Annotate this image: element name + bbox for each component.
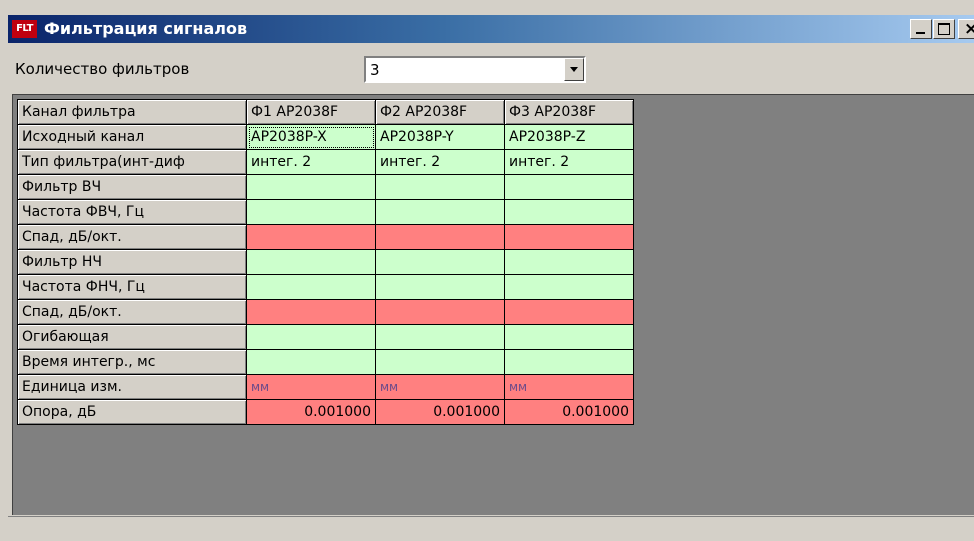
row-header: Частота ФНЧ, Гц (17, 274, 247, 300)
title-bar[interactable]: FLT Фильтрация сигналов × (8, 15, 974, 43)
grid-row: Исходный канал AP2038P-X AP2038P-Y AP2038P-… (17, 124, 634, 150)
grid-cell[interactable] (375, 299, 505, 325)
grid-cell[interactable] (504, 174, 634, 200)
grid-cell[interactable] (375, 274, 505, 300)
grid-cell[interactable] (504, 324, 634, 350)
column-header[interactable]: Ф1 AP2038F (246, 99, 376, 125)
row-header: Фильтр ВЧ (17, 174, 247, 200)
grid-cell[interactable]: мм (375, 374, 505, 400)
grid-cell[interactable]: мм (246, 374, 376, 400)
grid-row: Тип фильтра(инт-диф интег. 2 интег. 2 интег… (17, 149, 634, 175)
grid-cell[interactable] (246, 274, 376, 300)
grid-corner-header: Канал фильтра (17, 99, 247, 125)
filter-grid-area[interactable]: Канал фильтра Ф1 AP2038F Ф2 AP2038F Ф3 AP20… (12, 94, 974, 515)
row-header: Время интегр., мс (17, 349, 247, 375)
window-title: Фильтрация сигналов (44, 19, 248, 38)
filter-count-value: 3 (370, 61, 380, 79)
filter-grid: Канал фильтра Ф1 AP2038F Ф2 AP2038F Ф3 AP20… (17, 99, 634, 425)
row-header: Исходный канал (17, 124, 247, 150)
row-header: Спад, дБ/окт. (17, 224, 247, 250)
minimize-button[interactable] (910, 19, 932, 39)
grid-cell[interactable] (375, 224, 505, 250)
grid-row: Опора, дБ 0.001000 0.001000 0.001000 (17, 399, 634, 425)
grid-cell[interactable]: интег. 2 (504, 149, 634, 175)
grid-cell[interactable] (246, 224, 376, 250)
row-header: Опора, дБ (17, 399, 247, 425)
grid-header-row: Канал фильтра Ф1 AP2038F Ф2 AP2038F Ф3 AP20… (17, 99, 634, 125)
grid-row: Время интегр., мс (17, 349, 634, 375)
grid-cell[interactable]: интег. 2 (375, 149, 505, 175)
chevron-down-icon[interactable] (564, 58, 584, 81)
app-icon: FLT (12, 20, 37, 38)
grid-cell[interactable]: AP2038P-X (246, 124, 376, 150)
grid-cell[interactable]: AP2038P-Y (375, 124, 505, 150)
grid-cell[interactable] (504, 349, 634, 375)
grid-cell[interactable] (375, 174, 505, 200)
grid-cell[interactable] (246, 199, 376, 225)
row-header: Тип фильтра(инт-диф (17, 149, 247, 175)
grid-cell[interactable] (504, 299, 634, 325)
close-button[interactable]: × (958, 19, 974, 39)
row-header: Спад, дБ/окт. (17, 299, 247, 325)
grid-row: Огибающая (17, 324, 634, 350)
grid-cell[interactable] (375, 324, 505, 350)
grid-cell[interactable] (246, 299, 376, 325)
grid-cell[interactable]: AP2038P-Z (504, 124, 634, 150)
grid-cell[interactable] (504, 199, 634, 225)
grid-row: Спад, дБ/окт. (17, 224, 634, 250)
filter-count-select[interactable]: 3 (364, 56, 586, 83)
grid-cell[interactable] (246, 249, 376, 275)
grid-cell[interactable]: 0.001000 (504, 399, 634, 425)
status-bar (8, 516, 974, 541)
grid-cell[interactable]: 0.001000 (246, 399, 376, 425)
grid-row: Фильтр ВЧ (17, 174, 634, 200)
grid-row: Спад, дБ/окт. (17, 299, 634, 325)
row-header: Частота ФВЧ, Гц (17, 199, 247, 225)
grid-cell[interactable]: мм (504, 374, 634, 400)
filter-count-label: Количество фильтров (15, 60, 190, 78)
grid-cell[interactable] (504, 274, 634, 300)
grid-cell[interactable] (375, 199, 505, 225)
grid-cell[interactable] (246, 324, 376, 350)
column-header[interactable]: Ф2 AP2038F (375, 99, 505, 125)
row-header: Огибающая (17, 324, 247, 350)
grid-row: Единица изм. мм мм мм (17, 374, 634, 400)
grid-row: Фильтр НЧ (17, 249, 634, 275)
grid-row: Частота ФНЧ, Гц (17, 274, 634, 300)
grid-cell[interactable] (504, 249, 634, 275)
row-header: Единица изм. (17, 374, 247, 400)
grid-cell[interactable] (375, 349, 505, 375)
row-header: Фильтр НЧ (17, 249, 247, 275)
grid-cell[interactable]: интег. 2 (246, 149, 376, 175)
grid-cell[interactable] (375, 249, 505, 275)
grid-cell[interactable] (246, 174, 376, 200)
grid-cell[interactable]: 0.001000 (375, 399, 505, 425)
maximize-button[interactable] (933, 19, 955, 39)
grid-cell[interactable] (246, 349, 376, 375)
column-header[interactable]: Ф3 AP2038F (504, 99, 634, 125)
grid-row: Частота ФВЧ, Гц (17, 199, 634, 225)
grid-cell[interactable] (504, 224, 634, 250)
close-icon: × (964, 19, 974, 39)
